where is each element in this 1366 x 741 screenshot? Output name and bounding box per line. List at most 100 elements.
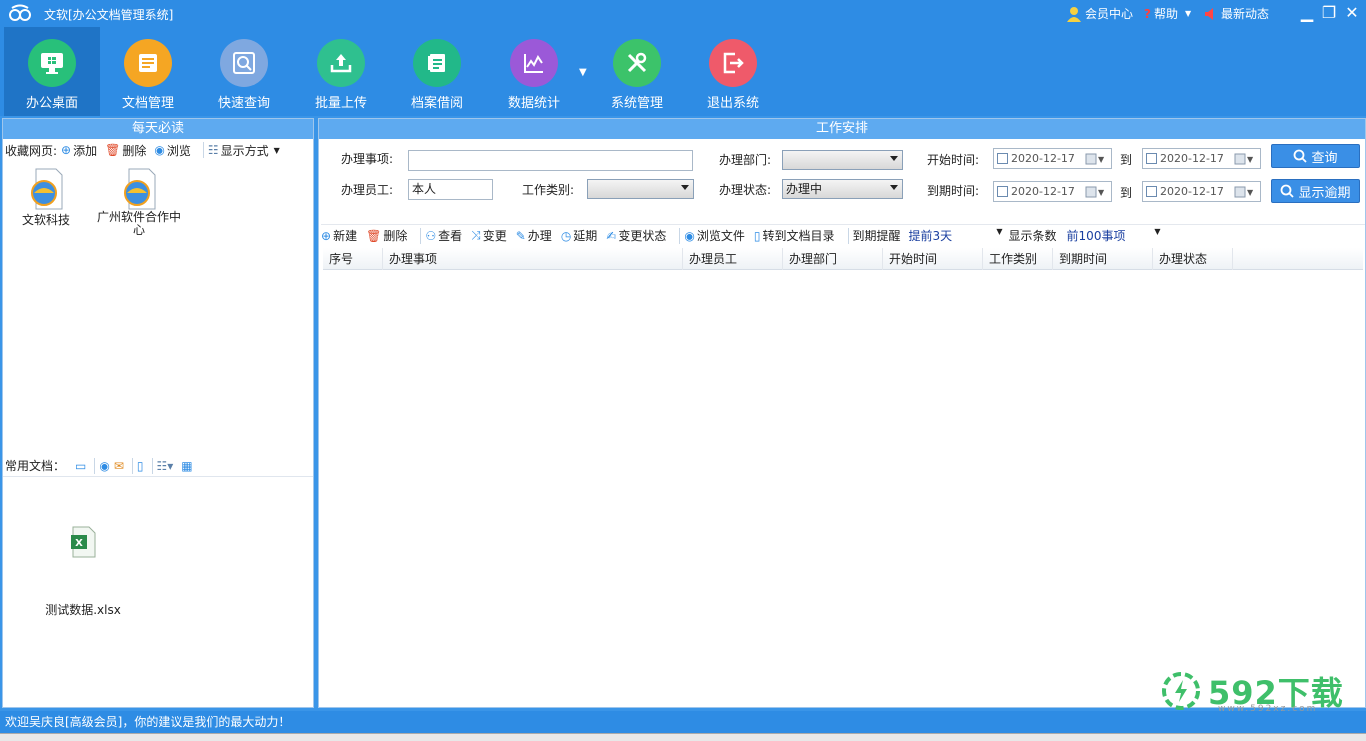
checkbox[interactable] [997, 186, 1008, 197]
goto-directory-button[interactable]: ▯ 转到文档目录 [754, 227, 835, 244]
extend-button[interactable]: ◷ 延期 [561, 227, 598, 244]
member-center-label: 会员中心 [1085, 7, 1134, 21]
divider [94, 457, 96, 474]
favorite-item[interactable]: 广州软件合作中心 [93, 167, 185, 237]
chevron-down-icon: ▼ [1154, 227, 1161, 236]
tool-quick-search-label: 快速查询 [217, 96, 270, 111]
document-item[interactable]: X 测试数据.xlsx [33, 525, 133, 618]
display-mode-dropdown[interactable]: ☷ 显示方式 ▼ [208, 142, 280, 159]
new-label: 新建 [333, 229, 358, 243]
tool-desktop[interactable]: 办公桌面 [4, 27, 100, 116]
view-button[interactable]: ⚇ 查看 [425, 227, 462, 244]
checkbox[interactable] [1146, 153, 1157, 164]
chevron-down-icon: ▼ [996, 227, 1003, 236]
favorite-item[interactable]: 文软科技 [11, 167, 81, 228]
help-menu[interactable]: ? 帮助 ▼ [1144, 5, 1191, 22]
column-header[interactable]: 办理员工 [683, 248, 783, 270]
remind-label: 到期提醒 [852, 229, 901, 243]
help-icon: ? [1144, 6, 1151, 21]
search-icon [1281, 184, 1295, 198]
column-header[interactable]: 办理部门 [783, 248, 883, 270]
due-date-from[interactable]: 2020-12-17 ▼ [993, 181, 1112, 202]
search-icon [220, 39, 268, 87]
file-icon[interactable]: ▯ [137, 459, 144, 473]
calendar-icon[interactable]: ▼ [1085, 185, 1107, 199]
start-date-to[interactable]: 2020-12-17 ▼ [1142, 148, 1261, 169]
change-status-button[interactable]: ✍ 变更状态 [606, 227, 666, 244]
count-dropdown[interactable]: 前100事项 ▼ [1067, 227, 1161, 244]
checkbox[interactable] [1146, 186, 1157, 197]
schedule-table-header: 序号 办理事项 办理员工 办理部门 开始时间 工作类别 到期时间 办理状态 [323, 248, 1363, 270]
member-center-link[interactable]: 会员中心 [1066, 5, 1133, 22]
column-header[interactable]: 工作类别 [983, 248, 1053, 270]
divider [420, 227, 422, 244]
calendar-icon[interactable]: ▼ [1234, 152, 1256, 166]
browse-file-button[interactable]: ◉ 浏览文件 [684, 227, 745, 244]
divider [202, 142, 204, 158]
tool-exit[interactable]: 退出系统 [685, 27, 781, 116]
due-date-to[interactable]: 2020-12-17 ▼ [1142, 181, 1261, 202]
open-folder-icon[interactable]: ▭ [75, 459, 86, 473]
show-overdue-button[interactable]: 显示逾期 [1271, 179, 1360, 203]
column-header[interactable]: 序号 [323, 248, 383, 270]
common-docs-toolbar: 常用文档： ▭ ◉ ✉ ▯ ☷▾ ▦ [3, 455, 313, 477]
maximize-button[interactable]: ❐ [1319, 3, 1339, 23]
mail-icon[interactable]: ✉ [114, 459, 124, 473]
delete-favorite-button[interactable]: 🗑 删除 [105, 142, 146, 159]
tool-batch-upload-label: 批量上传 [314, 96, 367, 111]
tool-statistics[interactable]: 数据统计 [486, 27, 582, 116]
column-header[interactable]: 办理状态 [1153, 248, 1233, 270]
list-view-icon[interactable]: ☷▾ [157, 459, 174, 473]
tool-quick-search[interactable]: 快速查询 [196, 27, 292, 116]
dept-select[interactable] [782, 150, 903, 170]
change-button[interactable]: ⤨ 变更 [471, 227, 507, 244]
watermark-logo-icon [1162, 672, 1200, 710]
column-header[interactable]: 办理事项 [383, 248, 683, 270]
start-date-from[interactable]: 2020-12-17 ▼ [993, 148, 1112, 169]
eye-icon[interactable]: ◉ [99, 459, 109, 473]
new-button[interactable]: ⊕ 新建 [321, 227, 357, 244]
matter-input[interactable] [408, 150, 693, 171]
tool-archive-borrow[interactable]: 档案借阅 [389, 27, 485, 116]
list-view-icon: ☷ [207, 143, 219, 157]
delete-button[interactable]: 🗑 删除 [366, 227, 407, 244]
close-button[interactable]: ✕ [1342, 3, 1362, 23]
remind-dropdown[interactable]: 提前3天 ▼ [909, 227, 1003, 244]
query-button[interactable]: 查询 [1271, 144, 1360, 168]
divider [131, 457, 133, 474]
show-overdue-label: 显示逾期 [1298, 185, 1351, 201]
table-view-icon[interactable]: ▦ [181, 459, 192, 473]
status-select[interactable]: 办理中 [782, 179, 903, 199]
status-bar: 欢迎吴庆良[高级会员]，你的建议是我们的最大动力！ [0, 711, 1366, 733]
tool-statistics-label: 数据统计 [507, 96, 560, 111]
remind-value: 提前3天 [908, 229, 953, 243]
work-schedule-title: 工作安排 [319, 119, 1365, 139]
staff-input[interactable]: 本人 [408, 179, 493, 200]
column-header[interactable]: 到期时间 [1053, 248, 1153, 270]
calendar-icon[interactable]: ▼ [1085, 152, 1107, 166]
latest-news-link[interactable]: 最新动态 [1204, 5, 1269, 22]
chevron-down-icon[interactable]: ▼ [579, 67, 587, 78]
checkbox[interactable] [997, 153, 1008, 164]
add-favorite-button[interactable]: ⊕ 添加 [61, 142, 97, 159]
display-mode-label: 显示方式 [220, 143, 269, 158]
change-label: 变更 [482, 229, 507, 243]
column-header[interactable]: 开始时间 [883, 248, 983, 270]
delete-label: 删除 [383, 229, 408, 243]
app-logo-icon [9, 4, 31, 21]
type-select[interactable] [587, 179, 694, 199]
divider [847, 227, 849, 244]
staff-label: 办理员工: [341, 183, 394, 197]
chevron-down-icon: ▼ [273, 145, 280, 155]
tool-system-admin[interactable]: 系统管理 [589, 27, 685, 116]
start-time-label: 开始时间: [927, 153, 980, 167]
minimize-button[interactable]: ▁ [1297, 3, 1317, 23]
tool-documents[interactable]: 文档管理 [100, 27, 196, 116]
to-label: 到 [1120, 153, 1133, 167]
plus-circle-icon: ⊕ [61, 143, 72, 157]
handle-button[interactable]: ✎ 办理 [516, 227, 552, 244]
browse-favorite-button[interactable]: ◉ 浏览 [154, 142, 191, 159]
tool-batch-upload[interactable]: 批量上传 [293, 27, 389, 116]
calendar-icon[interactable]: ▼ [1234, 185, 1256, 199]
web-page-icon [26, 167, 66, 211]
